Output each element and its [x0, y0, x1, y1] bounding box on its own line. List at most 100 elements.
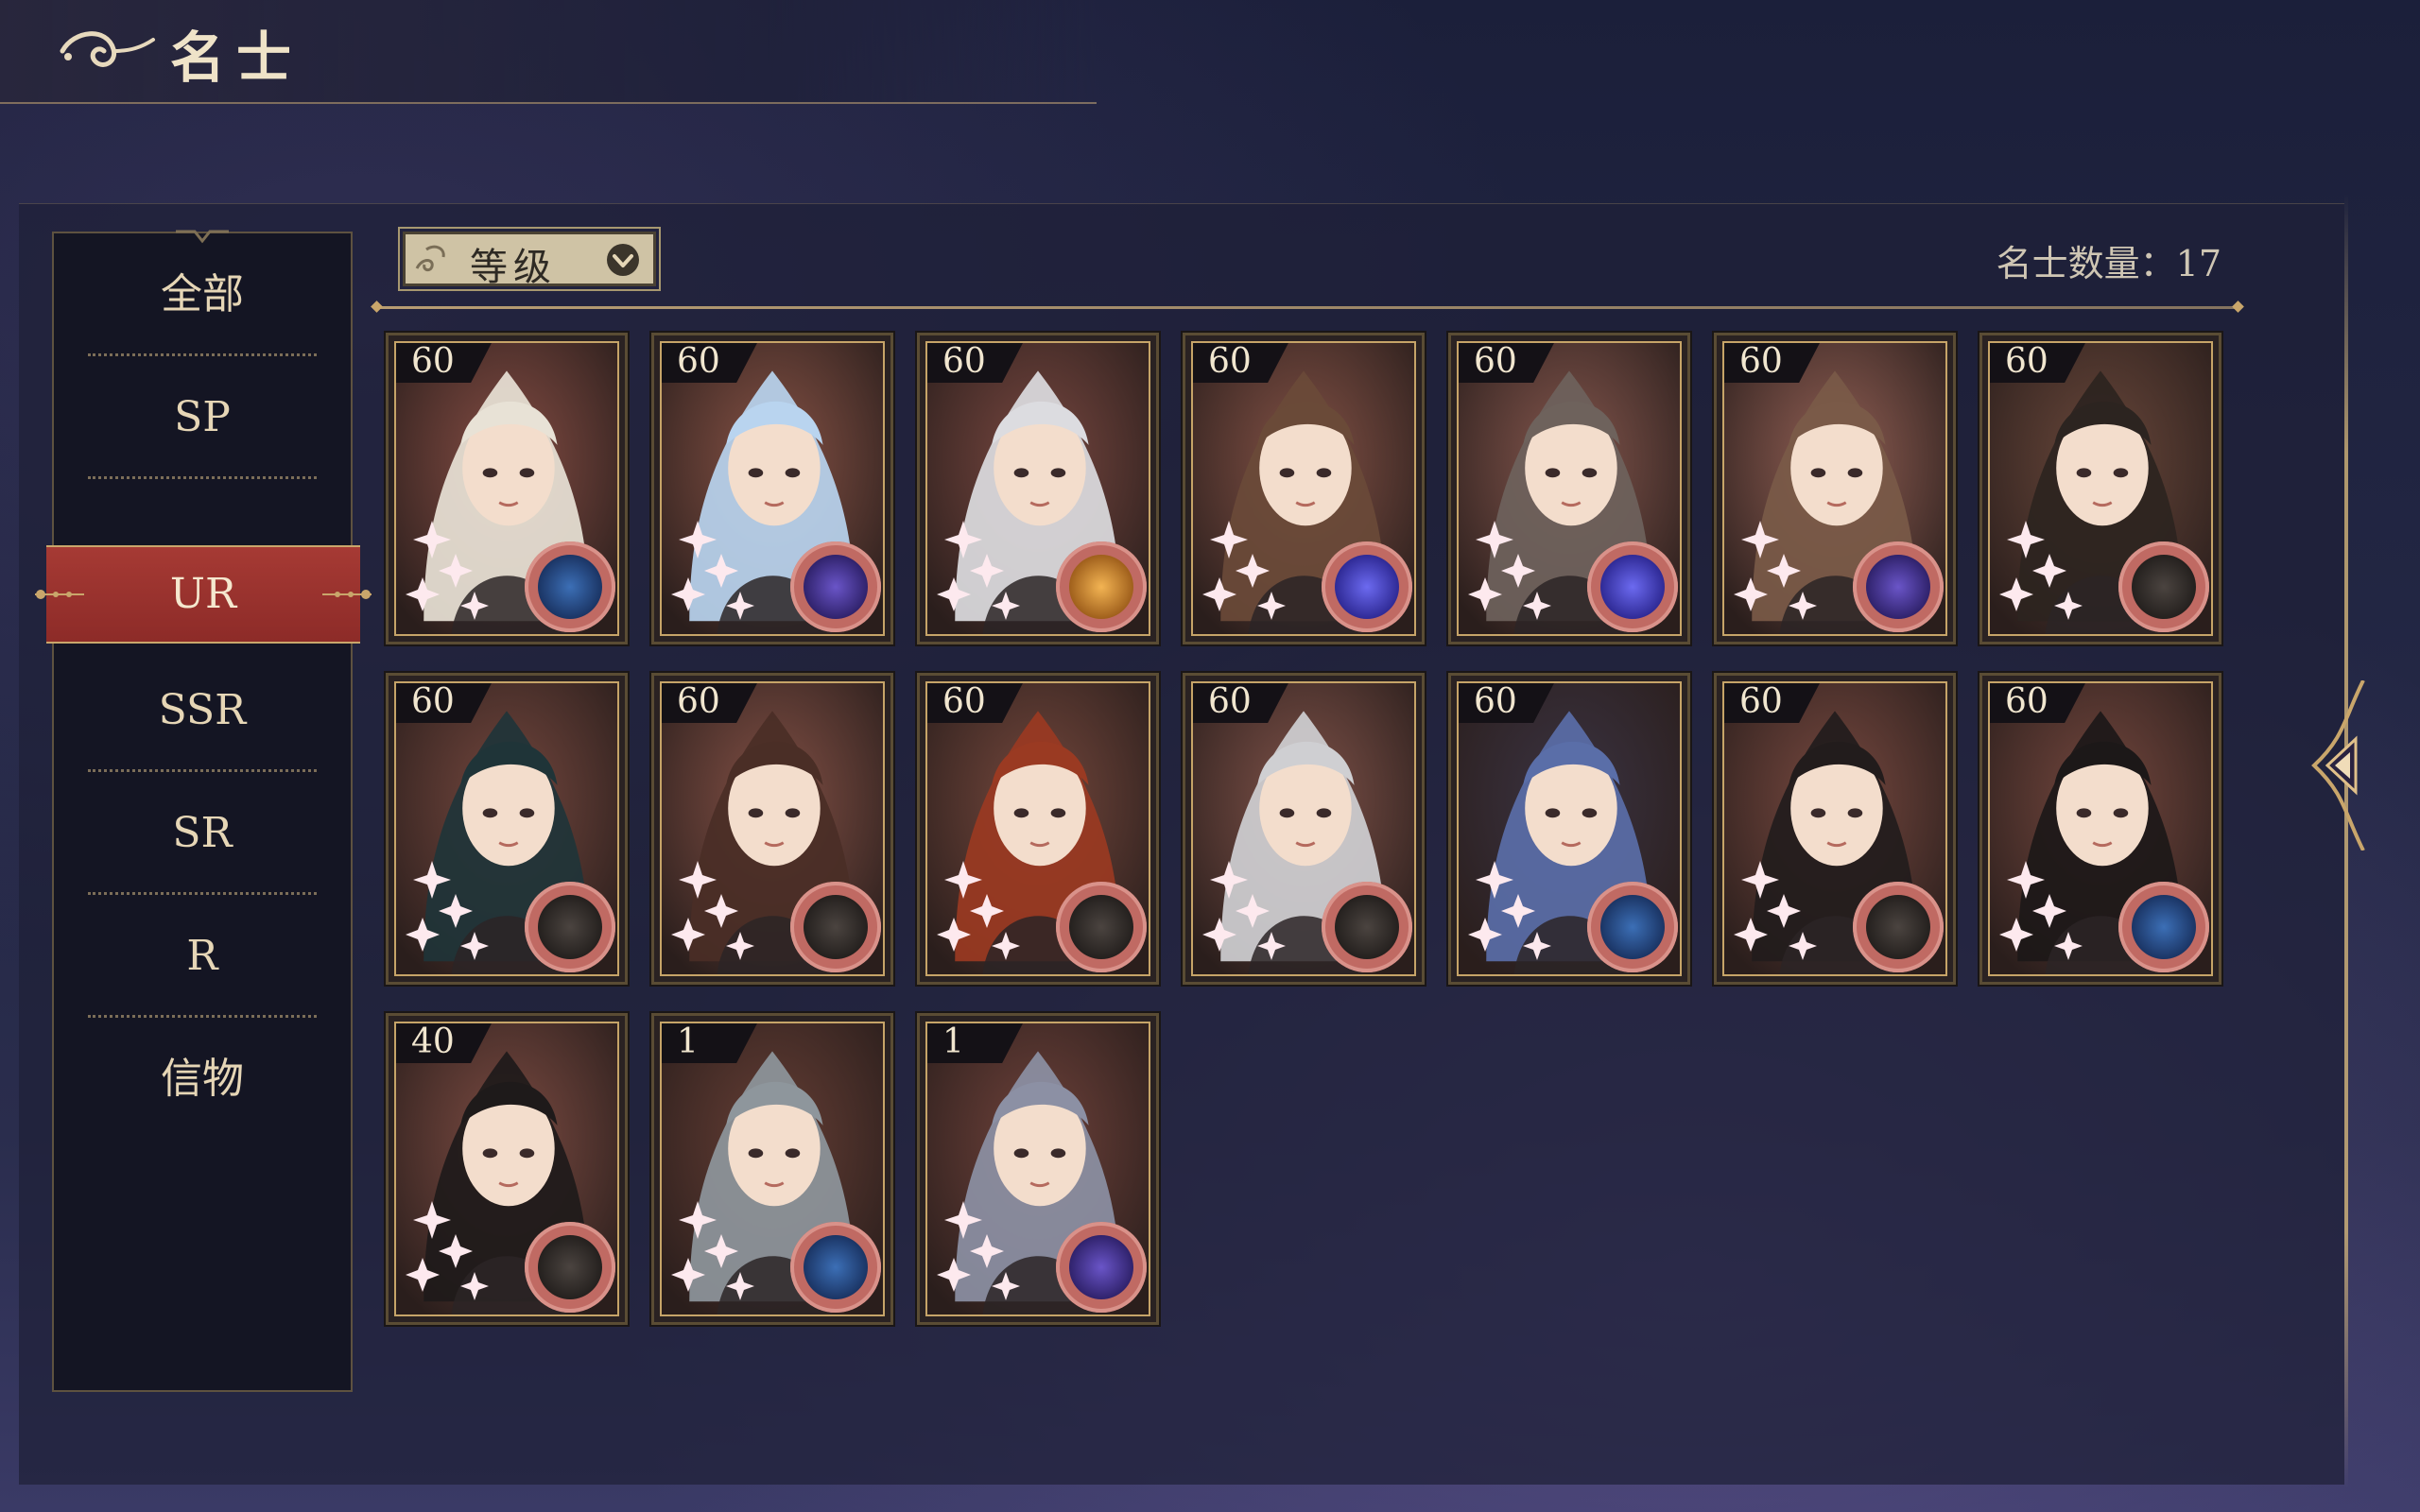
compass-dark-icon — [790, 882, 881, 972]
compass-dark-icon — [525, 1222, 615, 1313]
rarity-stars-icon — [937, 521, 1020, 620]
card-frame: 40 — [394, 1022, 619, 1316]
badge-emblem — [804, 1235, 868, 1299]
rarity-stars-icon — [1999, 861, 2083, 960]
badge-emblem — [1866, 895, 1930, 959]
card-frame: 60 — [660, 341, 885, 636]
rarity-stars-icon — [671, 861, 754, 960]
back-swirl-icon[interactable] — [55, 23, 159, 79]
character-card[interactable]: 60 — [1446, 671, 1692, 987]
card-frame: 60 — [394, 341, 619, 636]
card-frame: 60 — [1191, 681, 1416, 976]
character-card[interactable]: 1 — [915, 1011, 1161, 1327]
character-card[interactable]: 60 — [384, 331, 630, 646]
sidebar-item-label: R — [186, 932, 218, 980]
character-card[interactable]: 60 — [915, 671, 1161, 987]
rarity-stars-icon — [1999, 521, 2083, 620]
badge-emblem — [1069, 895, 1133, 959]
sidebar-item-ur[interactable]: UR — [35, 545, 372, 644]
card-frame: 60 — [1988, 341, 2213, 636]
divider — [88, 476, 317, 479]
sidebar-item-label: SSR — [158, 686, 247, 734]
cloud-ornament-icon — [415, 245, 445, 272]
rarity-stars-icon — [406, 1201, 489, 1300]
rarity-stars-icon — [671, 521, 754, 620]
rarity-stars-icon — [1734, 861, 1817, 960]
header-divider — [378, 306, 2237, 309]
sidebar-item-sp[interactable]: SP — [54, 356, 351, 479]
rarity-stars-icon — [1202, 521, 1286, 620]
card-frame: 60 — [1457, 341, 1682, 636]
sidebar-item-label: 信物 — [161, 1055, 244, 1103]
character-card[interactable]: 60 — [915, 331, 1161, 646]
card-frame: 60 — [1722, 681, 1947, 976]
chevron-down-icon — [607, 244, 639, 276]
compass-dark-icon — [2118, 541, 2209, 632]
card-frame: 60 — [925, 341, 1150, 636]
collapse-arrow-icon[interactable] — [2307, 680, 2373, 850]
sidebar-item-r[interactable]: R — [54, 895, 351, 1018]
sidebar-item-ssr[interactable]: SSR — [54, 649, 351, 772]
rarity-stars-icon — [406, 861, 489, 960]
planet-purple-icon — [1056, 1222, 1147, 1313]
card-frame: 1 — [660, 1022, 885, 1316]
sidebar-item-label: SP — [174, 393, 231, 441]
sidebar-item-label: 全部 — [161, 270, 244, 318]
badge-emblem — [1335, 895, 1399, 959]
sidebar-item-token[interactable]: 信物 — [54, 1018, 351, 1141]
rarity-stars-icon — [1202, 861, 1286, 960]
character-card[interactable]: 60 — [1181, 671, 1426, 987]
compass-blue-icon — [2118, 882, 2209, 972]
card-frame: 60 — [1191, 341, 1416, 636]
character-card[interactable]: 60 — [649, 671, 895, 987]
card-frame: 1 — [925, 1022, 1150, 1316]
badge-emblem — [804, 555, 868, 619]
character-card[interactable]: 1 — [649, 1011, 895, 1327]
left-pin-ornament — [35, 590, 84, 599]
compass-dark-icon — [525, 882, 615, 972]
rarity-sidebar: 全部 SP UR SSR SR R 信物 — [35, 230, 372, 1392]
card-frame: 60 — [1457, 681, 1682, 976]
planet-purple-icon — [790, 541, 881, 632]
card-frame: 60 — [925, 681, 1150, 976]
character-card[interactable]: 60 — [1712, 671, 1958, 987]
page-title: 名士 — [170, 26, 303, 90]
character-card[interactable]: 40 — [384, 1011, 630, 1327]
sidebar-item-label: SR — [172, 809, 233, 857]
badge-emblem — [804, 895, 868, 959]
badge-emblem — [1069, 555, 1133, 619]
sun-gold-icon — [1056, 541, 1147, 632]
badge-emblem — [538, 895, 602, 959]
character-card[interactable]: 60 — [1978, 331, 2223, 646]
character-card[interactable]: 60 — [649, 331, 895, 646]
rarity-stars-icon — [671, 1201, 754, 1300]
dropdown-label: 等级 — [470, 246, 557, 289]
top-header: 名士 — [0, 0, 1097, 104]
planet-violet-icon — [1587, 541, 1678, 632]
rarity-stars-icon — [937, 861, 1020, 960]
right-pin-ornament — [322, 590, 372, 599]
character-card[interactable]: 60 — [1712, 331, 1958, 646]
rarity-stars-icon — [1734, 521, 1817, 620]
card-frame: 60 — [1722, 341, 1947, 636]
compass-blue-icon — [790, 1222, 881, 1313]
badge-emblem — [2132, 555, 2196, 619]
badge-emblem — [1069, 1235, 1133, 1299]
card-frame: 60 — [1988, 681, 2213, 976]
badge-emblem — [1600, 895, 1665, 959]
character-count: 名士数量：17 — [1996, 243, 2221, 284]
sidebar-item-all[interactable]: 全部 — [54, 233, 351, 356]
card-frame: 60 — [660, 681, 885, 976]
rarity-stars-icon — [937, 1201, 1020, 1300]
character-card[interactable]: 60 — [1181, 331, 1426, 646]
compass-dark-icon — [1322, 882, 1412, 972]
character-card[interactable]: 60 — [384, 671, 630, 987]
character-card[interactable]: 60 — [1978, 671, 2223, 987]
rarity-stars-icon — [406, 521, 489, 620]
character-card[interactable]: 60 — [1446, 331, 1692, 646]
sidebar-item-sr[interactable]: SR — [54, 772, 351, 895]
rarity-stars-icon — [1468, 521, 1551, 620]
badge-emblem — [1866, 555, 1930, 619]
compass-dark-icon — [1056, 882, 1147, 972]
sort-dropdown[interactable]: 等级 — [398, 227, 661, 291]
